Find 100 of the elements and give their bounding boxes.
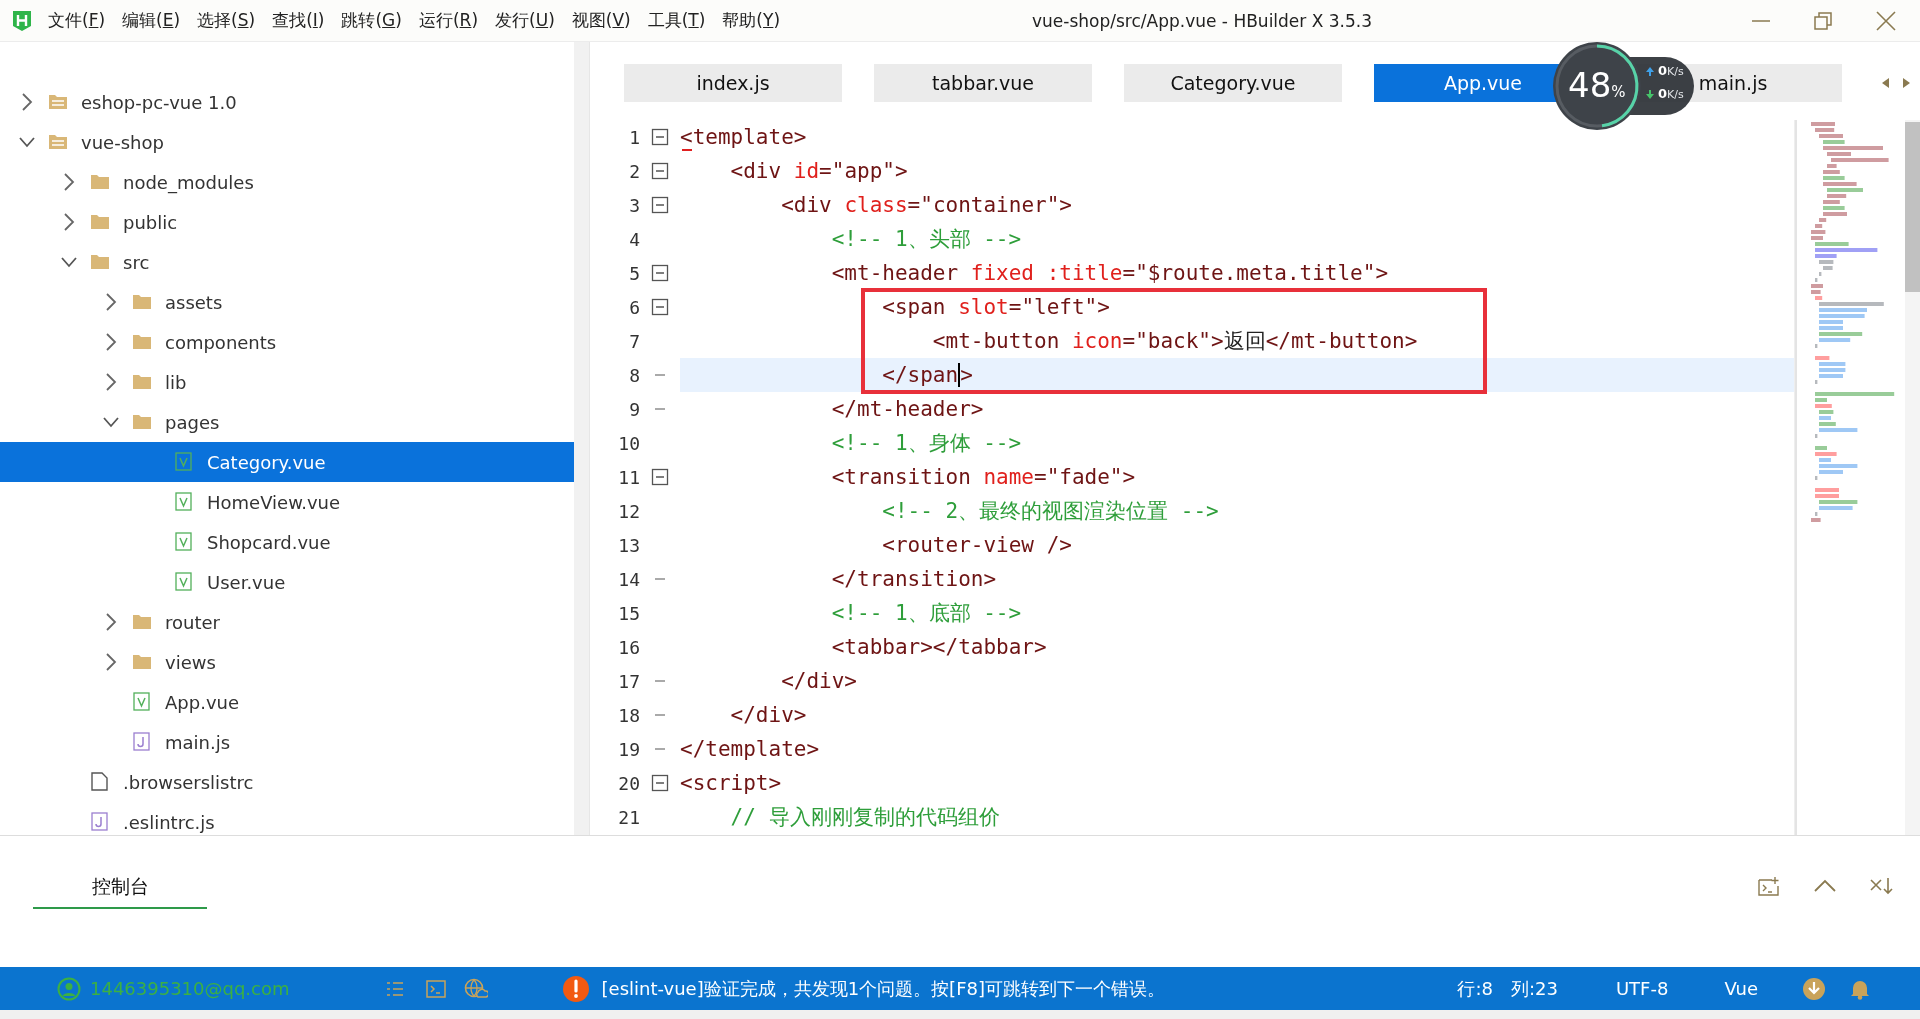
menu-item[interactable]: 帮助(Y) [720,7,783,34]
tree-item[interactable]: assets [0,282,575,322]
line-number: 8 [628,364,640,386]
tree-item[interactable]: pages [0,402,575,442]
line-number: 10 [617,432,640,454]
status-message[interactable]: [eslint-vue]验证完成，共发现1个问题。按[F8]可跳转到下一个错误。 [601,976,1165,1001]
folder-icon [132,612,152,632]
code-line: </div> [729,702,807,729]
download-arrow-icon [1645,89,1655,100]
line-number: 3 [628,194,640,216]
tree-item[interactable]: User.vue [0,562,575,602]
line-number: 4 [628,228,640,250]
vue-file-icon [174,532,194,552]
encoding-label[interactable]: UTF-8 [1615,978,1669,999]
folder-icon [90,252,110,272]
code-line: <div id="app"> [729,158,908,185]
menu-item[interactable]: 视图(V) [569,7,633,34]
code-line: </div> [780,668,857,695]
close-panel-icon[interactable] [1870,877,1894,895]
scrollbar-thumb[interactable] [1905,122,1920,292]
folder-icon [132,372,152,392]
upload-arrow-icon [1645,66,1655,77]
line-number: 18 [617,704,640,726]
new-terminal-icon[interactable] [1758,876,1780,896]
vue-file-icon [174,452,194,472]
download-rate: 0K/s [1658,85,1684,103]
file-icon [90,772,110,792]
tree-item[interactable]: public [0,202,575,242]
folder-icon [132,652,152,672]
menu-item[interactable]: 选择(S) [195,7,258,34]
close-icon[interactable] [1876,10,1896,31]
code-line: <!-- 2、最终的视图渲染位置 --> [881,498,1219,525]
menu-item[interactable]: 跳转(G) [339,7,404,34]
code-line: <router-view /> [881,532,1072,559]
menu-item[interactable]: 查找(I) [270,7,327,34]
restore-icon[interactable] [1814,11,1832,30]
menu-item[interactable]: 文件(F) [46,7,108,34]
tree-item[interactable]: node_modules [0,162,575,202]
editor-tab[interactable]: Category.vue [1124,64,1342,102]
tree-item[interactable]: .browserslistrc [0,762,575,802]
project-icon [48,132,68,152]
code-line: // 导入刚刚复制的代码组价 [729,804,1000,831]
code-line: </mt-header> [830,396,984,423]
warning-icon[interactable] [561,974,590,1003]
fold-icon[interactable] [651,774,669,792]
vue-file-icon [174,572,194,592]
cursor-line[interactable]: 行:8 [1457,976,1493,1001]
tree-item[interactable]: lib [0,362,575,402]
vue-file-icon [174,492,194,512]
tree-item[interactable]: App.vue [0,682,575,722]
menu-item[interactable]: 发行(U) [493,7,557,34]
cursor-column[interactable]: 列:23 [1510,976,1558,1001]
line-number: 14 [617,568,640,590]
chevron-up-icon[interactable] [1814,879,1836,893]
fold-icon[interactable] [651,298,669,316]
code-line: <tabbar></tabbar> [830,634,1047,661]
code-line: <mt-header fixed :title="$route.meta.title"> [830,260,1389,287]
line-number: 19 [617,738,640,760]
scroll-left-icon[interactable] [1882,78,1890,88]
tree-item[interactable]: router [0,602,575,642]
tree-item[interactable]: eshop-pc-vue 1.0 [0,82,575,122]
tree-item[interactable]: HomeView.vue [0,482,575,522]
line-number: 11 [617,466,640,488]
line-number: 7 [628,330,640,352]
scrollbar-track[interactable] [1905,120,1920,835]
code-line: <span slot="left"> [881,294,1110,321]
editor-tab[interactable]: index.js [624,64,842,102]
code-line: </transition> [830,566,997,593]
tree-item[interactable]: .eslintrc.js [0,802,575,835]
code-line: </span> [881,362,973,389]
menu-item[interactable]: 工具(T) [645,7,708,34]
code-line: <mt-button icon="back">返回</mt-button> [931,328,1418,355]
window-title: vue-shop/src/App.vue - HBuilder X 3.5.3 [1032,10,1373,31]
menu-item[interactable]: 运行(R) [416,7,481,34]
folder-icon [90,172,110,192]
panel-tab[interactable]: 控制台 [33,874,207,909]
code-line: </template> [680,736,820,763]
tree-item[interactable]: vue-shop [0,122,575,162]
tree-item[interactable]: views [0,642,575,682]
menu-item[interactable]: 编辑(E) [120,7,183,34]
tree-item[interactable]: components [0,322,575,362]
scroll-right-icon[interactable] [1902,78,1910,88]
app-logo-icon [12,9,32,32]
tree-item[interactable]: main.js [0,722,575,762]
fold-icon[interactable] [651,196,669,214]
language-label[interactable]: Vue [1724,978,1758,999]
tree-item[interactable]: Category.vue [0,442,575,482]
fold-icon[interactable] [651,162,669,180]
upload-rate: 0K/s [1658,62,1684,80]
line-number: 2 [628,160,640,182]
fold-icon[interactable] [651,468,669,486]
line-number: 13 [617,534,640,556]
tree-item[interactable]: src [0,242,575,282]
fold-icon[interactable] [651,128,669,146]
code-line: <!-- 1、底部 --> [830,600,1022,627]
download-icon[interactable] [1802,976,1826,1001]
scrollbar-track[interactable] [574,42,589,835]
tree-item[interactable]: Shopcard.vue [0,522,575,562]
editor-tab[interactable]: tabbar.vue [874,64,1092,102]
fold-icon[interactable] [651,264,669,282]
